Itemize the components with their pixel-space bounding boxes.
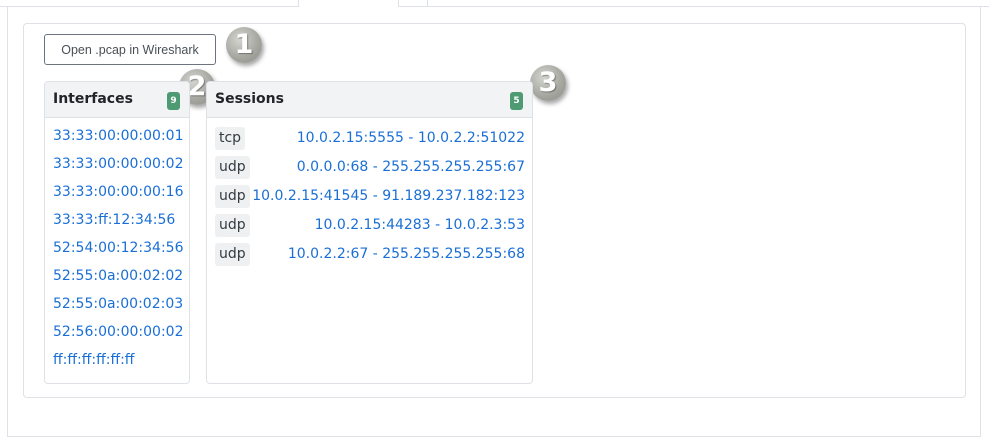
session-link[interactable]: 10.0.2.2:67 - 255.255.255.255:68 (288, 245, 525, 264)
interface-link[interactable]: 33:33:00:00:00:01 (53, 128, 183, 144)
interfaces-title: Interfaces (53, 91, 133, 107)
interface-item: 33:33:00:00:00:16 (53, 183, 183, 211)
session-protocol-badge: udp (215, 185, 250, 208)
session-protocol-badge: udp (215, 214, 250, 237)
tab-strip (0, 0, 989, 7)
session-row: udp 10.0.2.15:41545 - 91.189.237.182:123 (215, 185, 525, 214)
interface-link[interactable]: 52:56:00:00:00:02 (53, 324, 183, 340)
interface-link[interactable]: 33:33:00:00:00:16 (53, 184, 183, 200)
interface-link[interactable]: 33:33:00:00:00:02 (53, 156, 183, 172)
interface-item: 52:55:0a:00:02:03 (53, 295, 183, 323)
interface-item: 33:33:00:00:00:02 (53, 155, 183, 183)
interfaces-count-badge: 9 (167, 92, 180, 110)
sessions-list: tcp 10.0.2.15:5555 - 10.0.2.2:51022 udp … (215, 127, 525, 272)
tab-next-edge[interactable] (427, 0, 428, 7)
session-row: udp 10.0.2.2:67 - 255.255.255.255:68 (215, 243, 525, 272)
callout-marker-1: 1 (226, 27, 262, 63)
interface-link[interactable]: 52:54:00:12:34:56 (53, 240, 183, 256)
interface-link[interactable]: 52:55:0a:00:02:02 (53, 268, 183, 284)
callout-marker-3: 3 (530, 65, 566, 101)
session-link[interactable]: 10.0.2.15:5555 - 10.0.2.2:51022 (297, 129, 525, 148)
session-row: tcp 10.0.2.15:5555 - 10.0.2.2:51022 (215, 127, 525, 156)
interface-link[interactable]: 52:55:0a:00:02:03 (53, 296, 183, 312)
interface-item: 33:33:00:00:00:01 (53, 127, 183, 155)
sessions-card-header: Sessions 5 (207, 82, 532, 118)
interfaces-list: 33:33:00:00:00:01 33:33:00:00:00:02 33:3… (53, 127, 183, 379)
session-link[interactable]: 0.0.0.0:68 - 255.255.255.255:67 (297, 158, 525, 177)
sessions-count-badge: 5 (510, 92, 523, 110)
open-pcap-wireshark-button[interactable]: Open .pcap in Wireshark (44, 34, 216, 65)
session-protocol-badge: tcp (215, 127, 246, 150)
interfaces-card: Interfaces 9 33:33:00:00:00:01 33:33:00:… (44, 81, 190, 384)
sessions-title: Sessions (215, 91, 284, 107)
interface-link[interactable]: ff:ff:ff:ff:ff:ff (53, 352, 134, 368)
sessions-card: Sessions 5 tcp 10.0.2.15:5555 - 10.0.2.2… (206, 81, 533, 384)
interface-item: 52:56:00:00:00:02 (53, 323, 183, 351)
interface-item: 52:54:00:12:34:56 (53, 239, 183, 267)
session-protocol-badge: udp (215, 243, 250, 266)
session-protocol-badge: udp (215, 156, 250, 179)
interfaces-card-header: Interfaces 9 (45, 82, 189, 118)
session-link[interactable]: 10.0.2.15:44283 - 10.0.2.3:53 (315, 216, 525, 235)
interface-item: 33:33:ff:12:34:56 (53, 211, 183, 239)
interface-item: ff:ff:ff:ff:ff:ff (53, 351, 183, 379)
session-link[interactable]: 10.0.2.15:41545 - 91.189.237.182:123 (252, 187, 525, 206)
tab-active[interactable] (298, 0, 399, 7)
session-row: udp 10.0.2.15:44283 - 10.0.2.3:53 (215, 214, 525, 243)
session-row: udp 0.0.0.0:68 - 255.255.255.255:67 (215, 156, 525, 185)
interface-item: 52:55:0a:00:02:02 (53, 267, 183, 295)
interface-link[interactable]: 33:33:ff:12:34:56 (53, 212, 175, 228)
